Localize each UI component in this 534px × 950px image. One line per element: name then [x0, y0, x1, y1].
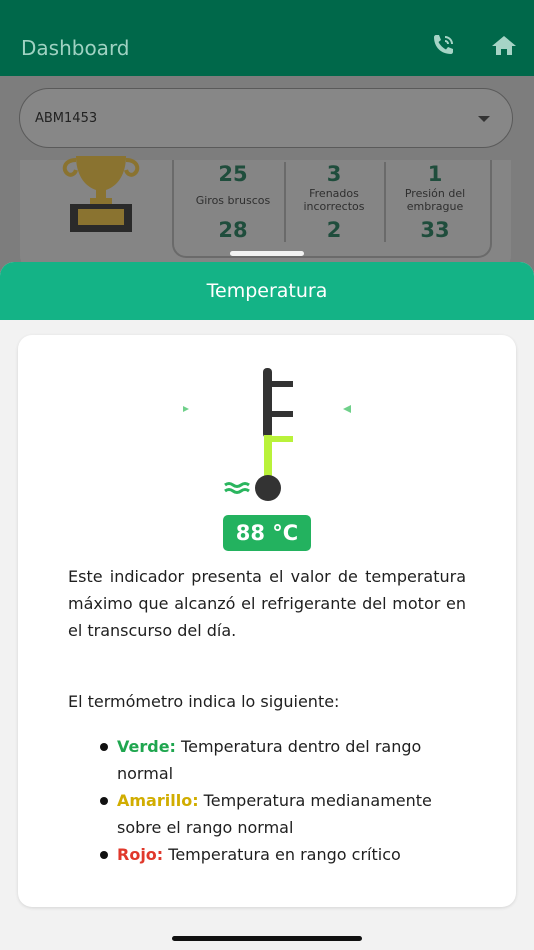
stat-label: Presión del embrague	[404, 187, 466, 213]
stat-bottom-value: 33	[420, 218, 450, 242]
temperature-bottom-sheet: Temperatura 88 °C Este indicador present…	[0, 262, 534, 950]
stat-frenados-incorrectos: 3 Frenados incorrectos 2	[284, 160, 384, 256]
phone-icon[interactable]	[430, 34, 458, 62]
list-item: Verde: Temperatura dentro del rango norm…	[100, 733, 460, 787]
stat-bottom-value: 28	[218, 218, 248, 242]
stat-top-value: 1	[427, 162, 443, 186]
home-indicator	[172, 936, 362, 941]
app-title: Dashboard	[21, 36, 130, 60]
sheet-title: Temperatura	[206, 280, 328, 302]
stat-presion-embrague: 1 Presión del embrague 33	[385, 160, 485, 256]
thermometer-icon	[183, 368, 351, 501]
temperature-badge: 88 °C	[223, 515, 311, 551]
list-item: Amarillo: Temperatura medianamente sobre…	[100, 787, 460, 841]
home-icon[interactable]	[490, 34, 518, 62]
stat-bottom-value: 2	[326, 218, 342, 242]
stat-top-value: 3	[326, 162, 342, 186]
stat-top-value: 25	[218, 162, 248, 186]
trophy-icon	[62, 156, 140, 232]
legend-intro: El termómetro indica lo siguiente:	[68, 692, 340, 711]
legend-list: Verde: Temperatura dentro del rango norm…	[100, 733, 460, 868]
stats-box: 25 Giros bruscos 28 3 Frenados incorrect…	[172, 160, 492, 258]
legend-label-yellow: Amarillo:	[117, 791, 199, 810]
temperature-description: Este indicador presenta el valor de temp…	[68, 567, 466, 640]
sheet-drag-handle[interactable]	[230, 251, 304, 256]
legend-text: Temperatura en rango crítico	[163, 845, 401, 864]
legend-label-red: Rojo:	[117, 845, 164, 864]
app-bar: Dashboard	[0, 0, 534, 76]
legend-label-green: Verde:	[117, 737, 176, 756]
stat-label: Giros bruscos	[195, 193, 271, 207]
stat-label: Frenados incorrectos	[303, 187, 365, 213]
chevron-down-icon	[478, 116, 490, 122]
list-item: Rojo: Temperatura en rango crítico	[100, 841, 460, 868]
vehicle-select-value: ABM1453	[35, 111, 98, 126]
stat-giros-bruscos: 25 Giros bruscos 28	[183, 160, 283, 256]
vehicle-select[interactable]: ABM1453	[19, 88, 513, 148]
sheet-header: Temperatura	[0, 262, 534, 320]
temperature-info-card: 88 °C Este indicador presenta el valor d…	[18, 335, 516, 907]
